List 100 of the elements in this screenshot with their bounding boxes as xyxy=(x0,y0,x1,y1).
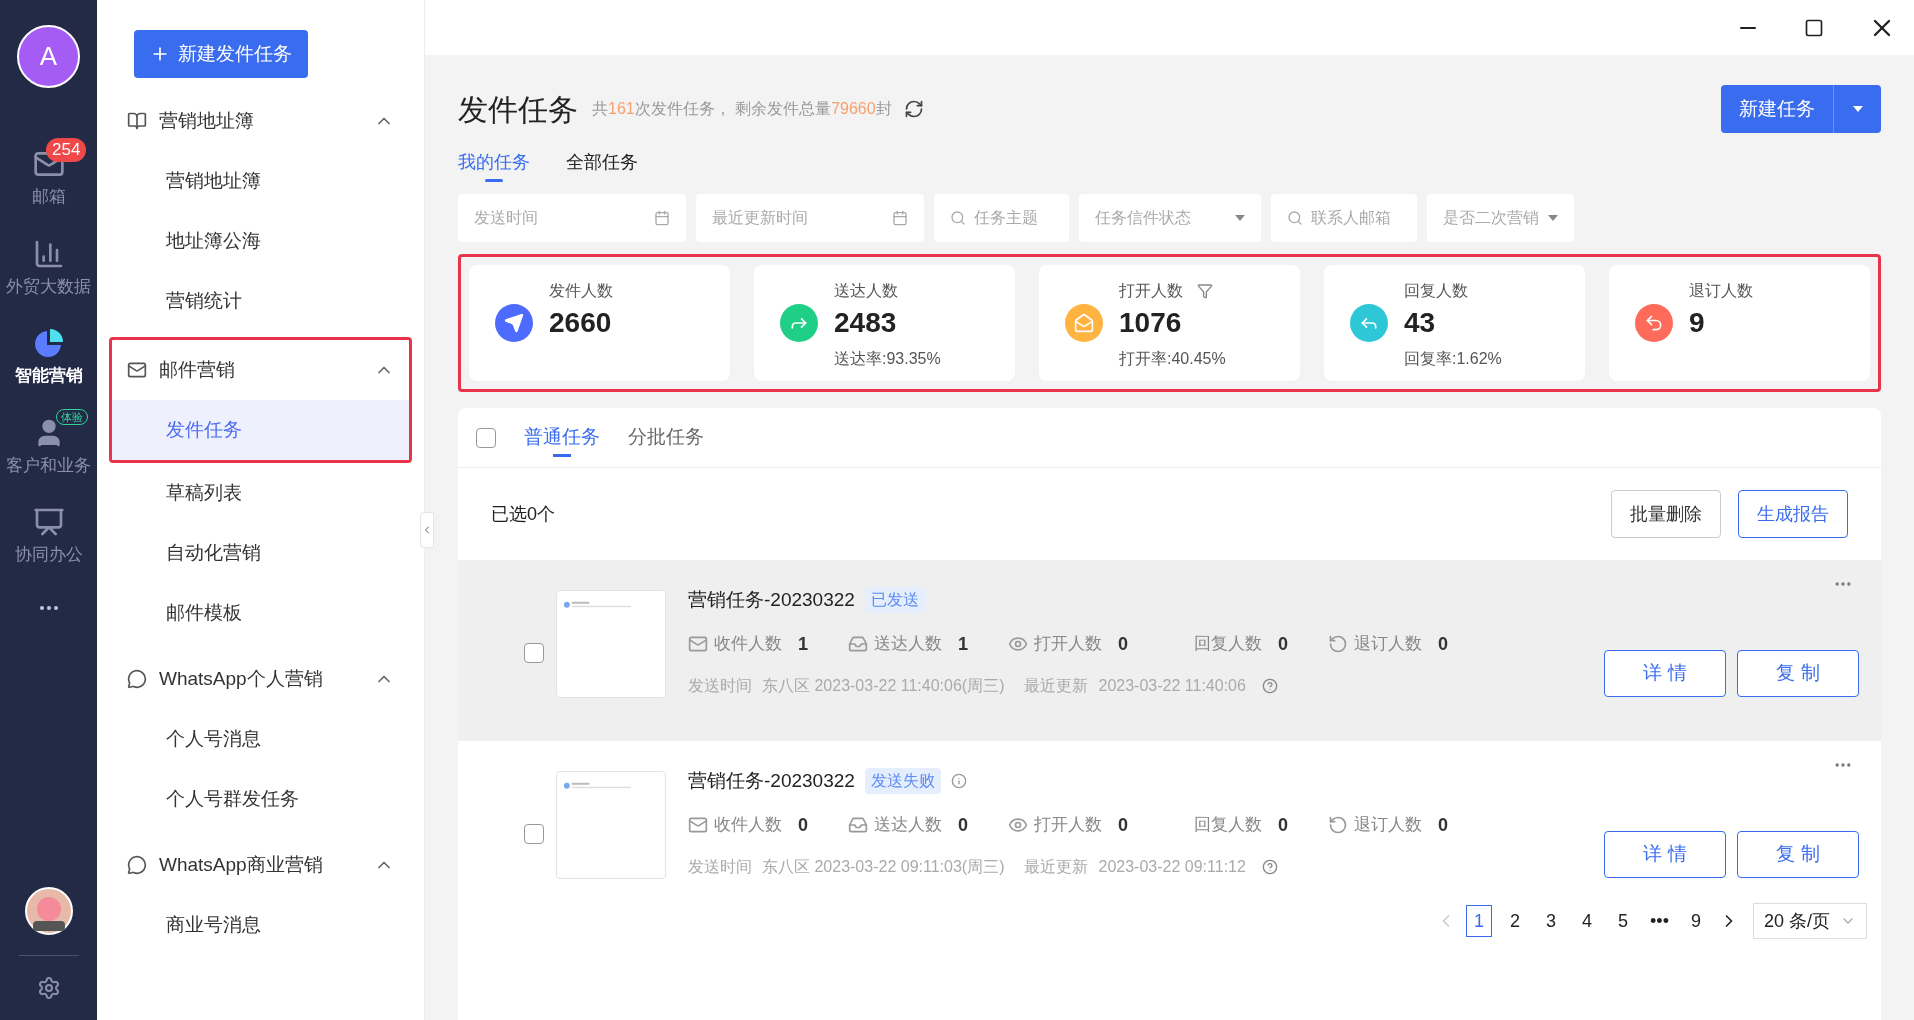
stat-rate: 回复率:1.62% xyxy=(1404,349,1502,369)
generate-report-button[interactable]: 生成报告 xyxy=(1738,490,1848,538)
user-avatar-icon[interactable] xyxy=(24,887,73,935)
page-number[interactable]: 5 xyxy=(1610,905,1637,937)
eye-icon xyxy=(1008,815,1029,835)
page-number[interactable]: 3 xyxy=(1538,905,1565,937)
stat-value: 9 xyxy=(1689,306,1706,340)
menu-item[interactable]: 营销统计 xyxy=(112,271,409,331)
metric-label: 送达人数 xyxy=(874,633,942,656)
task-title[interactable]: 营销任务-20230322 xyxy=(688,586,855,615)
task-checkbox[interactable] xyxy=(524,824,544,844)
details-button[interactable]: 详 情 xyxy=(1604,831,1726,878)
page-number[interactable]: 9 xyxy=(1682,905,1709,937)
stat-label: 退订人数 xyxy=(1689,281,1753,301)
stat-value: 43 xyxy=(1404,306,1437,340)
search-icon xyxy=(1287,210,1303,226)
page-number[interactable]: ••• xyxy=(1646,905,1673,937)
update-time: 2023-03-22 09:11:12 xyxy=(1098,856,1246,877)
stat-rate: 送达率:93.35% xyxy=(834,349,941,369)
dropdown-icon xyxy=(1548,215,1558,221)
eye-icon xyxy=(1008,634,1029,654)
mail-icon xyxy=(688,634,708,654)
copy-button[interactable]: 复 制 xyxy=(1737,831,1859,878)
tab[interactable]: 普通任务 xyxy=(524,415,600,460)
batch-delete-button[interactable]: 批量删除 xyxy=(1611,490,1721,538)
filter-icon[interactable] xyxy=(1197,283,1213,299)
menu-item[interactable]: 邮件模板 xyxy=(112,583,409,643)
send-time: 东八区 2023-03-22 11:40:06(周三) xyxy=(762,675,1005,696)
menu-item[interactable]: 商业号消息 xyxy=(112,895,409,955)
metric-label: 打开人数 xyxy=(1034,633,1103,656)
metric-label: 回复人数 xyxy=(1194,814,1263,837)
tab[interactable]: 全部任务 xyxy=(566,149,638,185)
metric-value: 0 xyxy=(1278,813,1289,837)
page-number[interactable]: 2 xyxy=(1502,905,1529,937)
page-number[interactable]: 1 xyxy=(1466,905,1493,937)
menu-item[interactable]: 自动化营销 xyxy=(112,523,409,583)
menu-item[interactable]: 地址簿公海 xyxy=(112,211,409,271)
menu-group-header[interactable]: 邮件营销 xyxy=(112,340,409,400)
chat-icon xyxy=(127,669,147,689)
rail-item[interactable]: 外贸大数据 xyxy=(0,225,97,299)
metric-value: 0 xyxy=(1438,632,1449,656)
metric-value: 1 xyxy=(958,632,969,656)
menu-group-header[interactable]: 营销地址簿 xyxy=(112,91,409,151)
rail-item[interactable]: 协同办公 xyxy=(0,494,97,568)
stat-label: 打开人数 xyxy=(1119,281,1183,301)
details-button[interactable]: 详 情 xyxy=(1604,650,1726,697)
stat-rate: 打开率:40.45% xyxy=(1119,349,1226,369)
new-send-task-button[interactable]: 新建发件任务 xyxy=(134,30,308,78)
tab[interactable]: 分批任务 xyxy=(628,415,704,460)
menu-item[interactable]: 营销地址簿 xyxy=(112,151,409,211)
task-row[interactable]: 营销任务-20230322 已发送 收件人数 1 送达人数 1 打开人数 0 回复人数 0 退订人数 0 发送时间 东八区 2023-03-22 11:40:06(周三) 最近更新 2023-03-22 11:40:06 详 情 复 制 xyxy=(458,560,1881,741)
dropdown-icon xyxy=(1852,106,1863,112)
menu-item[interactable]: 个人号群发任务 xyxy=(112,769,409,829)
page-title: 发件任务 xyxy=(458,91,578,128)
menu-item[interactable]: 草稿列表 xyxy=(112,463,409,523)
metric-label: 送达人数 xyxy=(874,814,942,837)
stat-value: 2660 xyxy=(549,306,613,340)
metric-value: 0 xyxy=(1118,813,1129,837)
inbox-icon xyxy=(848,815,868,835)
unread-badge: 254 xyxy=(46,138,87,162)
chat-icon xyxy=(127,855,147,875)
refresh-icon[interactable] xyxy=(903,99,924,119)
help-icon[interactable] xyxy=(1261,858,1278,875)
menu-item[interactable]: 发件任务 xyxy=(112,400,409,460)
metric-value: 0 xyxy=(1438,813,1449,837)
copy-button[interactable]: 复 制 xyxy=(1737,650,1859,697)
menu-item[interactable]: 个人号消息 xyxy=(112,709,409,769)
maximize-icon[interactable] xyxy=(1804,17,1824,38)
calendar-icon xyxy=(654,210,670,226)
send-time: 东八区 2023-03-22 09:11:03(周三) xyxy=(762,856,1005,877)
collapse-handle[interactable] xyxy=(420,512,434,548)
rail-item[interactable]: 智能营销 xyxy=(0,315,97,389)
settings-icon[interactable] xyxy=(36,976,61,1000)
avatar[interactable]: A xyxy=(17,25,80,88)
new-task-split-button[interactable]: 新建任务 xyxy=(1721,85,1881,133)
task-checkbox[interactable] xyxy=(524,643,544,663)
stat-label: 发件人数 xyxy=(549,281,613,301)
metric-value: 0 xyxy=(1118,632,1129,656)
summary-text: 共161次发件任务， 剩余发件总量79660封 xyxy=(592,99,892,119)
metric-label: 收件人数 xyxy=(714,633,782,656)
page-size-select[interactable]: 20 条/页 xyxy=(1752,903,1867,939)
mail-icon xyxy=(127,360,147,380)
send-time-label: 发送时间 xyxy=(688,856,752,877)
task-title[interactable]: 营销任务-20230322 xyxy=(688,767,855,796)
dropdown-icon xyxy=(1235,215,1245,221)
tab[interactable]: 我的任务 xyxy=(458,149,530,185)
rail-item[interactable]: 254 邮箱 xyxy=(0,136,97,210)
menu-group-header[interactable]: WhatsApp商业营销 xyxy=(112,835,409,895)
menu-group-header[interactable]: WhatsApp个人营销 xyxy=(112,649,409,709)
trial-tag: 体验 xyxy=(56,408,88,425)
status-tag: 已发送 xyxy=(864,587,925,614)
update-time: 2023-03-22 11:40:06 xyxy=(1098,675,1246,696)
metric-label: 退订人数 xyxy=(1354,633,1423,656)
metric-value: 0 xyxy=(958,813,969,837)
update-time-label: 最近更新 xyxy=(1024,856,1089,877)
rail-item[interactable]: 体验 客户和业务 xyxy=(0,404,97,478)
page-number[interactable]: 4 xyxy=(1574,905,1601,937)
select-all-checkbox[interactable] xyxy=(476,427,496,448)
help-icon[interactable] xyxy=(1261,677,1278,694)
info-icon[interactable] xyxy=(950,773,967,790)
